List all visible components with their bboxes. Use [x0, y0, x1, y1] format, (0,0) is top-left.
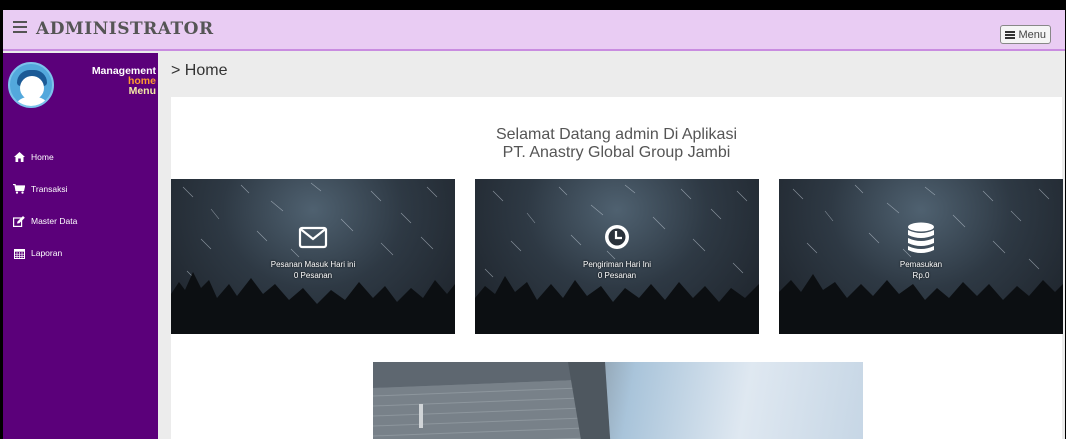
card-title: Pesanan Masuk Hari ini	[270, 260, 356, 269]
card-shipments-today[interactable]: Pengiriman Hari Ini 0 Pesanan	[475, 179, 759, 334]
sidebar-item-label: Home	[31, 152, 54, 162]
card-value: 0 Pesanan	[597, 271, 637, 280]
app-frame: ADMINISTRATOR Menu Management home Menu …	[3, 10, 1065, 439]
welcome-line-2: PT. Anastry Global Group Jambi	[502, 144, 731, 161]
calendar-icon	[13, 247, 25, 259]
avatar	[8, 62, 54, 108]
welcome-message: Selamat Datang admin Di Aplikasi PT. Ana…	[171, 126, 1062, 162]
main-panel: Selamat Datang admin Di Aplikasi PT. Ana…	[171, 97, 1063, 439]
card-value: 0 Pesanan	[293, 271, 333, 280]
sidebar-item-home[interactable]: Home	[3, 141, 158, 173]
user-panel: Management home Menu	[3, 53, 158, 108]
sidebar-nav: Home Transaksi Master Data Laporan	[3, 141, 158, 269]
card-title: Pemasukan	[899, 260, 943, 269]
sidebar-item-label: Laporan	[31, 248, 63, 258]
top-bar: ADMINISTRATOR Menu	[3, 10, 1065, 51]
card-value: Rp.0	[912, 271, 930, 280]
breadcrumb: > Home	[171, 62, 228, 79]
list-icon	[1005, 30, 1016, 39]
envelope-icon	[297, 221, 329, 253]
menu-button[interactable]: Menu	[1000, 25, 1051, 44]
sidebar-item-label: Master Data	[31, 216, 78, 226]
app-title: ADMINISTRATOR	[36, 19, 214, 39]
sidebar-item-master-data[interactable]: Master Data	[3, 205, 158, 237]
sidebar-item-label: Transaksi	[31, 184, 68, 194]
database-icon	[905, 221, 937, 253]
user-info: Management home Menu	[92, 66, 156, 97]
banner-photo	[373, 362, 863, 439]
user-menu-link[interactable]: Menu	[92, 86, 156, 97]
home-icon	[13, 151, 25, 163]
sidebar: Management home Menu Home Transaksi Mast…	[3, 53, 158, 439]
clock-icon	[601, 221, 633, 253]
menu-button-label: Menu	[1018, 28, 1046, 41]
card-title: Pengiriman Hari Ini	[582, 260, 652, 269]
edit-icon	[13, 215, 25, 227]
welcome-line-1: Selamat Datang admin Di Aplikasi	[495, 126, 737, 143]
card-income[interactable]: Pemasukan Rp.0	[779, 179, 1063, 334]
cart-icon	[13, 183, 25, 195]
sidebar-item-laporan[interactable]: Laporan	[3, 237, 158, 269]
hamburger-icon[interactable]	[13, 21, 27, 33]
card-orders-today[interactable]: Pesanan Masuk Hari ini 0 Pesanan	[171, 179, 455, 334]
sidebar-item-transaksi[interactable]: Transaksi	[3, 173, 158, 205]
